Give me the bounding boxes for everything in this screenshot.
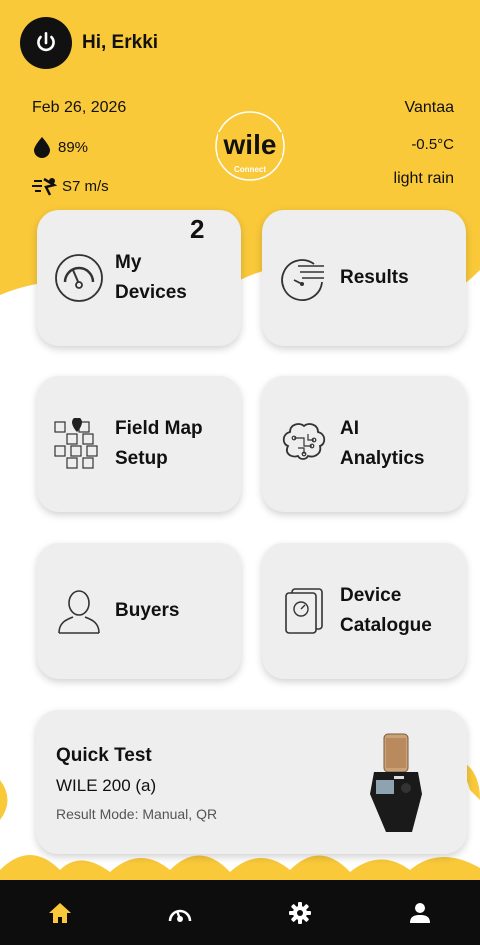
quick-test-card[interactable]: Quick Test WILE 200 (a) Result Mode: Man…: [36, 710, 467, 854]
temperature: -0.5°C: [411, 136, 454, 153]
field-map-icon: [54, 418, 98, 469]
humidity: 89%: [32, 136, 88, 158]
svg-text:Connect: Connect: [234, 165, 266, 174]
nav-home[interactable]: [40, 893, 80, 933]
buyers-label: Buyers: [115, 600, 180, 621]
gauge-nav-icon: [168, 909, 192, 922]
quick-test-mode: Result Mode: Manual, QR: [56, 806, 218, 822]
bottom-navigation: [0, 880, 480, 945]
date-text: Feb 26, 2026: [32, 99, 127, 116]
greeting: Hi, Erkki: [82, 32, 159, 53]
nav-profile[interactable]: [400, 893, 440, 933]
profile-icon: [410, 902, 430, 923]
field-map-setup-tile[interactable]: Field Map Setup: [37, 376, 241, 512]
field-map-setup-label: Field Map Setup: [115, 418, 203, 469]
nav-devices[interactable]: [160, 893, 200, 933]
wile-connect-logo: wile Connect: [215, 111, 285, 181]
droplet-icon: [34, 137, 50, 158]
results-tile[interactable]: Results: [262, 210, 466, 346]
svg-text:wile: wile: [223, 129, 277, 160]
device-catalogue-label: Device Catalogue: [340, 585, 432, 636]
humidity-value: 89%: [58, 138, 89, 156]
quick-test-model: WILE 200 (a): [56, 776, 157, 795]
home-icon: [49, 902, 71, 923]
power-button[interactable]: [20, 17, 72, 69]
my-devices-tile[interactable]: My Devices: [37, 210, 241, 346]
wind-value: S7 m/s: [62, 177, 109, 195]
device-catalogue-tile[interactable]: Device Catalogue: [262, 543, 466, 679]
wind-icon: [32, 177, 58, 196]
brain-icon: [282, 423, 326, 460]
buyers-tile[interactable]: Buyers: [37, 543, 241, 679]
settings-icon: [289, 901, 311, 924]
weather-condition: light rain: [393, 170, 454, 187]
power-icon: [37, 31, 55, 52]
quick-test-title: Quick Test: [56, 745, 152, 766]
results-label: Results: [340, 267, 409, 288]
gauge-icon: [55, 254, 103, 302]
city-name: Vantaa: [404, 99, 454, 116]
results-clock-icon: [281, 259, 324, 301]
nav-settings[interactable]: [280, 893, 320, 933]
device-catalogue-icon: [285, 588, 323, 634]
devices-count-badge: 2: [190, 214, 205, 244]
my-devices-label: My Devices: [115, 252, 187, 303]
ai-analytics-tile[interactable]: AI Analytics: [262, 376, 466, 512]
person-icon: [58, 590, 100, 634]
wind: S7 m/s: [32, 175, 109, 197]
moisture-meter-image: [370, 733, 422, 832]
ai-analytics-label: AI Analytics: [340, 418, 425, 469]
